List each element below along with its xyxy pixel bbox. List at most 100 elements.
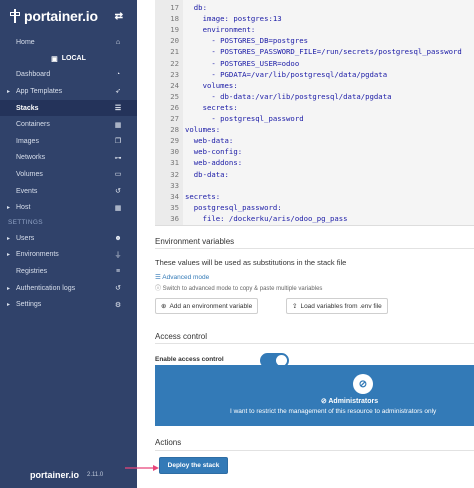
sidebar-item-dashboard[interactable]: Dashboard ◔ bbox=[0, 67, 137, 84]
endpoint-icon: ▣ bbox=[51, 55, 58, 63]
code-line: 22 - POSTGRES_USER=odoo bbox=[155, 59, 299, 69]
sidebar-item-events[interactable]: Events ↺ bbox=[0, 183, 137, 200]
caret-right-icon: ▸ bbox=[7, 205, 11, 212]
caret-right-icon: ▸ bbox=[7, 252, 11, 259]
line-number: 22 bbox=[170, 58, 179, 68]
code-line: 32 db-data: bbox=[155, 170, 229, 180]
deploy-stack-button[interactable]: Deploy the stack bbox=[159, 457, 228, 474]
code-text: volumes: bbox=[185, 80, 238, 90]
stack-editor[interactable]: 17 db: 18 image: postgres:13 19 environmen… bbox=[155, 0, 474, 226]
portainer-logo-icon bbox=[10, 9, 20, 23]
advanced-mode-link[interactable]: ☰ Advanced mode bbox=[155, 273, 209, 281]
sidebar-item-host[interactable]: ▸ Host ▦ bbox=[0, 199, 137, 216]
line-number: 17 bbox=[170, 3, 179, 12]
sidebar-item-containers[interactable]: Containers ▦ bbox=[0, 116, 137, 133]
clone-icon: ❐ bbox=[114, 138, 122, 146]
code-line: 17 db: bbox=[155, 3, 207, 13]
divider bbox=[155, 248, 474, 249]
code-text: web-config: bbox=[185, 147, 243, 157]
sidebar-item-registries[interactable]: Registries ≡ bbox=[0, 263, 137, 280]
brand[interactable]: portainer.io ⇄ bbox=[0, 0, 137, 32]
tachometer-icon: ◔ bbox=[115, 71, 121, 79]
sidebar-item-label: Volumes bbox=[16, 170, 43, 178]
line-number: 35 bbox=[170, 202, 179, 212]
sidebar-item-stacks[interactable]: Stacks ☰ bbox=[0, 99, 137, 117]
endpoint-label: ▣ LOCAL bbox=[51, 55, 86, 63]
access-control-title: Access control bbox=[155, 332, 208, 341]
line-number: 23 bbox=[170, 69, 179, 79]
rocket-icon: ➶ bbox=[115, 88, 121, 96]
code-line: 35 postgresql_password: bbox=[155, 202, 281, 213]
sidebar-item-settings[interactable]: ▸ Settings ⚙ bbox=[0, 296, 137, 313]
code-text: - POSTGRES_DB=postgres bbox=[185, 36, 309, 46]
sidebar-item-label: Networks bbox=[16, 154, 46, 162]
sidebar-item-app-templates[interactable]: ▸ App Templates ➶ bbox=[0, 83, 137, 100]
upload-icon: ⇪ bbox=[292, 303, 298, 310]
hdd-icon: ▭ bbox=[114, 171, 122, 179]
sidebar-item-label: Dashboard bbox=[16, 71, 51, 79]
sidebar-item-environments[interactable]: ▸ Environments ⏚ bbox=[0, 247, 137, 264]
sidebar-item-volumes[interactable]: Volumes ▭ bbox=[0, 166, 137, 183]
code-text: - POSTGRES_USER=odoo bbox=[185, 58, 300, 68]
line-number: 31 bbox=[170, 158, 179, 168]
sidebar: portainer.io ⇄ Home ⌂ ▣ LOCAL Dashboard … bbox=[0, 0, 137, 488]
add-env-variable-button[interactable]: ⊕ Add an environment variable bbox=[155, 298, 259, 314]
history-icon: ↺ bbox=[115, 188, 121, 196]
administrators-description: I want to restrict the management of thi… bbox=[230, 408, 437, 415]
caret-right-icon: ▸ bbox=[7, 285, 11, 292]
code-line: 36 file: /dockerku/aris/odoo_pg_pass bbox=[155, 213, 348, 224]
sidebar-item-label: Settings bbox=[16, 301, 42, 309]
env-info-text: These values will be used as substitutio… bbox=[155, 258, 347, 267]
sidebar-item-authentication-logs[interactable]: ▸ Authentication logs ↺ bbox=[0, 280, 137, 297]
history-icon: ↺ bbox=[115, 285, 121, 293]
divider bbox=[155, 450, 474, 451]
caret-right-icon: ▸ bbox=[7, 302, 11, 309]
line-number: 33 bbox=[170, 180, 179, 190]
code-text: image: postgres:13 bbox=[185, 14, 282, 24]
env-section-title: Environment variables bbox=[155, 237, 235, 246]
line-number: 25 bbox=[170, 91, 179, 101]
main-content: 17 db: 18 image: postgres:13 19 environmen… bbox=[125, 0, 474, 488]
code-text: - PGDATA=/var/lib/postgresql/data/pgdata bbox=[185, 69, 388, 79]
sidebar-item-images[interactable]: Images ❐ bbox=[0, 133, 137, 150]
sidebar-item-label: Registries bbox=[16, 267, 48, 275]
sidebar-item-label: Authentication logs bbox=[16, 284, 76, 292]
code-text: file: /dockerku/aris/odoo_pg_pass bbox=[185, 213, 348, 223]
plug-icon: ⏚ bbox=[114, 251, 122, 259]
code-text: environment: bbox=[185, 25, 256, 35]
version-label: 2.11.0 bbox=[87, 472, 104, 478]
load-env-file-button[interactable]: ⇪ Load variables from .env file bbox=[286, 298, 388, 314]
sidebar-item-label: Stacks bbox=[16, 104, 39, 112]
line-number: 32 bbox=[170, 169, 179, 179]
code-line: 26 secrets: bbox=[155, 103, 238, 113]
sidebar-footer: portainer.io 2.11.0 bbox=[30, 470, 103, 480]
administrators-title: ⊘ Administrators bbox=[320, 398, 379, 405]
settings-heading: SETTINGS bbox=[8, 219, 43, 227]
eye-slash-icon: ⊘ bbox=[353, 374, 373, 394]
access-control-label: Enable access control bbox=[155, 356, 224, 363]
line-number: 18 bbox=[170, 14, 179, 24]
code-line: 24 volumes: bbox=[155, 81, 238, 91]
info-icon: ⓘ bbox=[155, 286, 163, 292]
code-line: 23 - PGDATA=/var/lib/postgresql/data/pgd… bbox=[155, 70, 387, 80]
code-text: web-data: bbox=[185, 136, 234, 146]
line-number: 19 bbox=[170, 25, 179, 35]
advanced-mode-hint: ⓘ Switch to advanced mode to copy & past… bbox=[155, 286, 323, 292]
sidebar-item-users[interactable]: ▸ Users ☻ bbox=[0, 230, 137, 247]
sidebar-item-home[interactable]: Home ⌂ bbox=[0, 34, 137, 51]
brand-name: portainer.io bbox=[24, 8, 98, 24]
actions-title: Actions bbox=[155, 438, 182, 447]
code-line: 33 bbox=[155, 181, 185, 191]
code-text: - db-data:/var/lib/postgresql/data/pgdat… bbox=[185, 91, 392, 101]
toggle-sidebar-icon[interactable]: ⇄ bbox=[115, 11, 123, 22]
sidebar-item-networks[interactable]: Networks ⊶ bbox=[0, 150, 137, 167]
administrators-option[interactable]: ⊘ ⊘ Administrators I want to restrict th… bbox=[155, 365, 474, 426]
sidebar-item-label: Events bbox=[16, 187, 38, 195]
code-line: 29 web-data: bbox=[155, 136, 233, 146]
database-icon: ≡ bbox=[115, 267, 121, 275]
cubes-icon: ▦ bbox=[114, 121, 122, 129]
code-text: secrets: bbox=[185, 191, 221, 201]
divider bbox=[155, 343, 474, 344]
code-text: - POSTGRES_PASSWORD_FILE=/run/secrets/po… bbox=[185, 47, 462, 57]
code-line: 25 - db-data:/var/lib/postgresql/data/pg… bbox=[155, 92, 391, 102]
